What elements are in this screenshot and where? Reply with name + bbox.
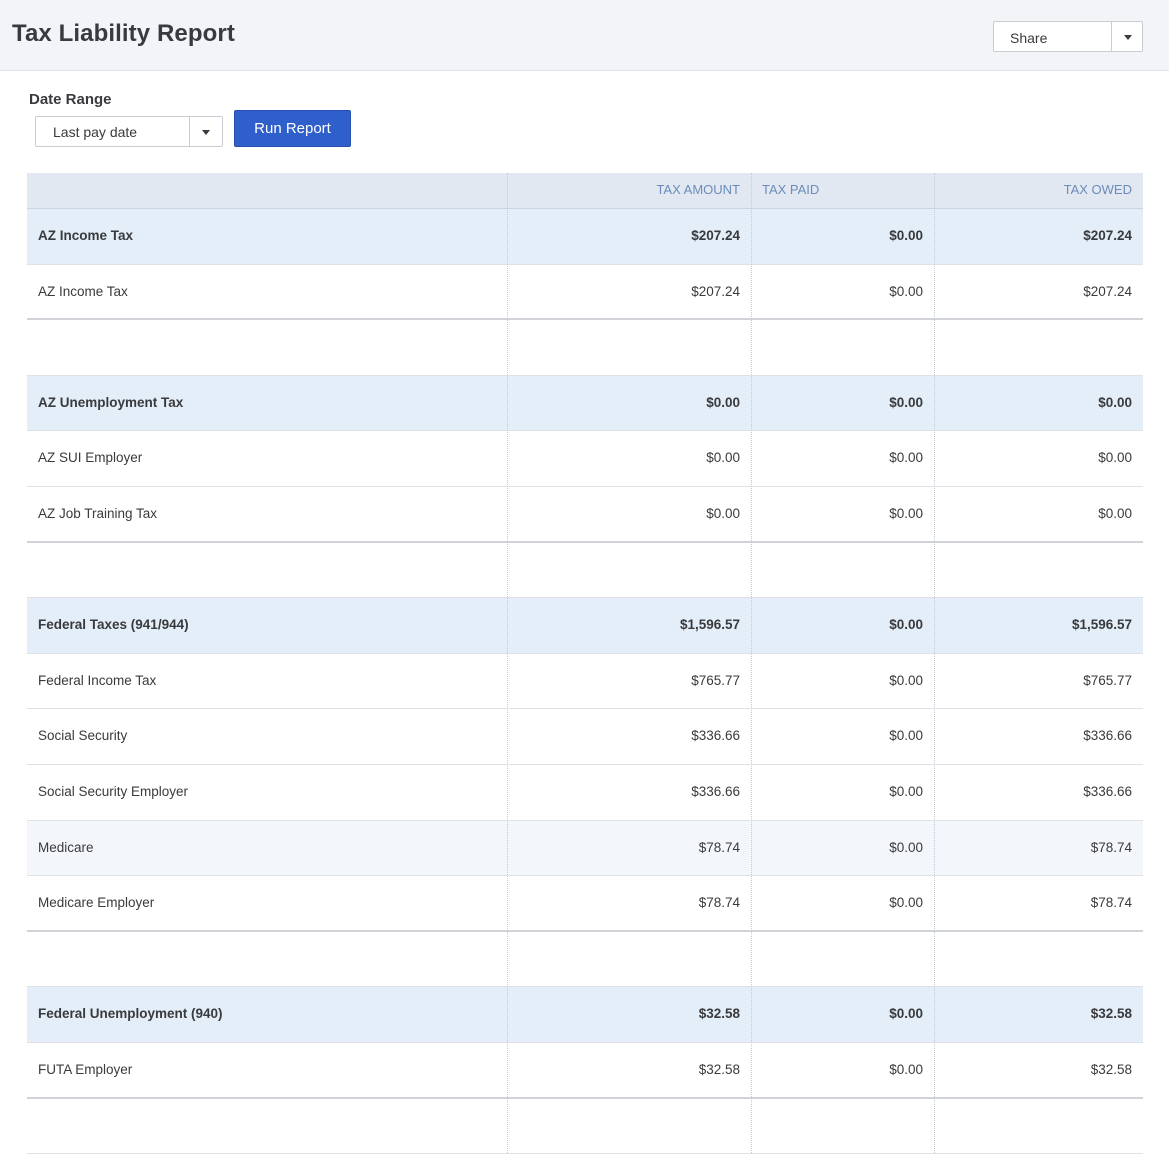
tax-paid-cell: $0.00 — [889, 784, 923, 799]
tax-amount-cell: $765.77 — [691, 672, 740, 688]
table-row: AZ Income Tax $207.24 $0.00 $207.24 — [27, 265, 1143, 321]
date-range-value: Last pay date — [53, 124, 138, 140]
group-row: Federal Unemployment (940) $32.58 $0.00 $32… — [27, 987, 1143, 1043]
tax-amount-cell: $0.00 — [706, 506, 740, 521]
row-name: Medicare — [38, 839, 94, 855]
tax-paid-cell: $0.00 — [889, 506, 923, 521]
column-divider — [934, 173, 935, 1153]
tax-paid-cell: $0.00 — [889, 450, 923, 466]
tax-owed-cell: $0.00 — [1098, 394, 1132, 410]
table-row: Federal Income Tax $765.77 $0.00 $765.77 — [27, 654, 1143, 710]
tax-paid-cell: $0.00 — [889, 672, 923, 688]
column-header-tax-amount[interactable]: TAX AMOUNT — [508, 173, 740, 209]
group-row: Federal Taxes (941/944) $1,596.57 $0.00 $1,… — [27, 598, 1143, 654]
row-name: Federal Income Tax — [38, 672, 157, 688]
column-divider — [751, 173, 752, 1153]
row-name: Social Security Employer — [38, 784, 189, 799]
row-name: AZ Unemployment Tax — [38, 394, 184, 410]
tax-amount-cell: $78.74 — [698, 895, 740, 911]
row-name: AZ Job Training Tax — [38, 506, 158, 521]
spacer-row — [27, 932, 1143, 988]
tax-paid-cell: $0.00 — [889, 394, 923, 410]
tax-amount-cell: $336.66 — [691, 728, 740, 744]
row-name: Social Security — [38, 728, 128, 744]
tax-owed-cell: $207.24 — [1083, 283, 1132, 299]
row-name: AZ SUI Employer — [38, 450, 143, 466]
date-range-label: Date Range — [29, 91, 112, 108]
run-report-button[interactable]: Run Report — [234, 110, 351, 147]
table-header: TAX AMOUNT TAX PAID TAX OWED — [27, 173, 1143, 209]
chevron-down-icon[interactable] — [202, 130, 210, 135]
spacer-row — [27, 1099, 1143, 1155]
tax-paid-cell: $0.00 — [889, 728, 923, 744]
tax-owed-cell: $1,596.57 — [1071, 617, 1132, 633]
tax-amount-cell: $32.58 — [698, 1062, 740, 1077]
tax-amount-cell: $78.74 — [698, 839, 740, 855]
tax-amount-cell: $32.58 — [698, 1006, 740, 1022]
tax-amount-cell: $0.00 — [706, 450, 740, 466]
spacer-row — [27, 543, 1143, 599]
row-name: AZ Income Tax — [38, 228, 134, 243]
tax-owed-cell: $0.00 — [1098, 450, 1132, 466]
share-button[interactable]: Share — [993, 21, 1143, 52]
tax-paid-cell: $0.00 — [889, 228, 923, 243]
tax-owed-cell: $78.74 — [1090, 839, 1132, 855]
row-name: FUTA Employer — [38, 1062, 133, 1077]
tax-owed-cell: $32.58 — [1090, 1006, 1132, 1022]
table-row: AZ Job Training Tax $0.00 $0.00 $0.00 — [27, 487, 1143, 543]
table-row: Medicare Employer $78.74 $0.00 $78.74 — [27, 876, 1143, 932]
tax-paid-cell: $0.00 — [889, 1006, 923, 1022]
tax-amount-cell: $207.24 — [691, 283, 740, 299]
tax-amount-cell: $336.66 — [691, 784, 740, 799]
table-row: Medicare $78.74 $0.00 $78.74 — [27, 820, 1143, 877]
tax-amount-cell: $207.24 — [691, 228, 740, 243]
share-label: Share — [1010, 30, 1048, 46]
table-row: AZ SUI Employer $0.00 $0.00 $0.00 — [27, 431, 1143, 487]
table-row: FUTA Employer $32.58 $0.00 $32.58 — [27, 1043, 1143, 1099]
column-divider — [507, 173, 508, 1153]
tax-paid-cell: $0.00 — [889, 895, 923, 911]
tax-owed-cell: $32.58 — [1090, 1062, 1132, 1077]
spacer-row — [27, 320, 1143, 376]
tax-owed-cell: $78.74 — [1090, 895, 1132, 911]
tax-owed-cell: $336.66 — [1083, 728, 1132, 744]
table-row: Social Security Employer $336.66 $0.00 $336… — [27, 765, 1143, 821]
row-name: Federal Unemployment (940) — [38, 1006, 223, 1022]
tax-liability-table: TAX AMOUNT TAX PAID TAX OWED AZ Income T… — [27, 173, 1143, 1160]
column-header-tax-owed[interactable]: TAX OWED — [935, 173, 1132, 209]
table-row: Social Security $336.66 $0.00 $336.66 — [27, 709, 1143, 765]
column-header-tax-paid[interactable]: TAX PAID — [762, 173, 912, 209]
date-range-select[interactable]: Last pay date — [35, 116, 223, 147]
group-row: AZ Income Tax $207.24 $0.00 $207.24 — [27, 209, 1143, 265]
row-name: Medicare Employer — [38, 895, 155, 911]
divider — [189, 117, 190, 146]
row-name: Federal Taxes (941/944) — [38, 617, 189, 633]
tax-paid-cell: $0.00 — [889, 839, 923, 855]
tax-paid-cell: $0.00 — [889, 283, 923, 299]
tax-amount-cell: $0.00 — [706, 394, 740, 410]
page-title: Tax Liability Report — [12, 20, 235, 47]
row-name: AZ Income Tax — [38, 283, 128, 299]
tax-owed-cell: $336.66 — [1083, 784, 1132, 799]
divider — [1111, 22, 1112, 51]
tax-amount-cell: $1,596.57 — [679, 617, 740, 633]
group-row: AZ Unemployment Tax $0.00 $0.00 $0.00 — [27, 375, 1143, 432]
tax-paid-cell: $0.00 — [889, 617, 923, 633]
top-bar: Tax Liability Report Share — [0, 0, 1169, 71]
tax-owed-cell: $207.24 — [1083, 228, 1132, 243]
tax-paid-cell: $0.00 — [889, 1062, 923, 1077]
tax-owed-cell: $765.77 — [1083, 672, 1132, 688]
chevron-down-icon[interactable] — [1124, 35, 1132, 40]
tax-owed-cell: $0.00 — [1098, 506, 1132, 521]
